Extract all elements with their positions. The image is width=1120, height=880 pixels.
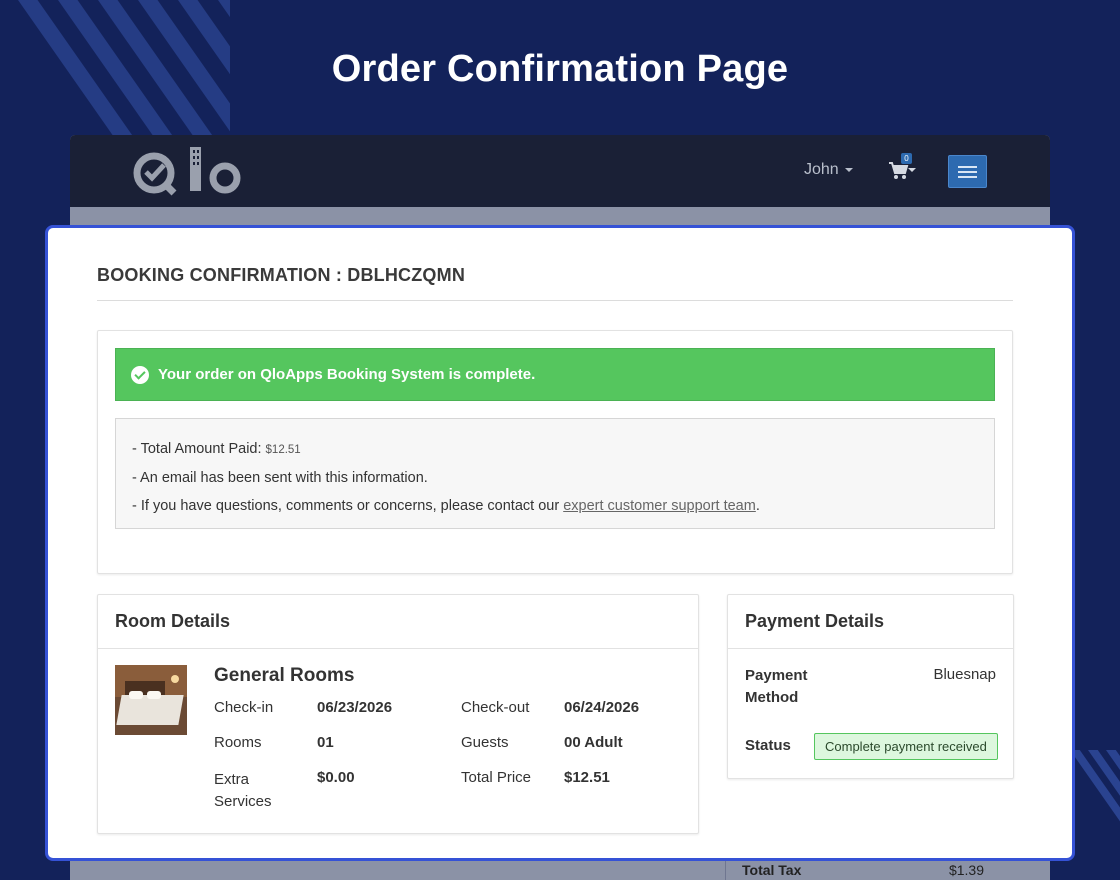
total-price-value: $12.51 (564, 769, 610, 786)
total-amount-value: $12.51 (265, 444, 301, 456)
user-menu[interactable]: John (804, 161, 853, 179)
checkout-value: 06/24/2026 (564, 699, 640, 716)
guests-label: Guests (461, 734, 509, 751)
total-tax-label: Total Tax (742, 862, 802, 878)
cart-icon (889, 162, 909, 179)
extra-services-label: Extra Services (214, 771, 272, 810)
page-title: Order Confirmation Page (331, 48, 789, 90)
guests-value: 00 Adult (564, 734, 623, 751)
cart-count-badge: 0 (901, 153, 912, 164)
success-alert: Your order on QloApps Booking System is … (115, 348, 995, 401)
total-tax-row: Total Tax $1.39 (725, 860, 1050, 880)
room-thumbnail[interactable] (115, 665, 187, 735)
total-price-label: Total Price (461, 769, 532, 786)
navbar: John 0 (70, 135, 1050, 207)
total-amount-line: - Total Amount Paid: $12.51 (132, 441, 301, 457)
user-name: John (804, 161, 839, 178)
hamburger-menu-button[interactable] (948, 155, 987, 188)
status-label: Status (745, 737, 791, 754)
chevron-down-icon (844, 167, 853, 172)
support-line: - If you have questions, comments or con… (132, 498, 760, 514)
extra-services-value: $0.00 (317, 769, 355, 786)
success-message: Your order on QloApps Booking System is … (158, 366, 536, 383)
order-confirmation-card: BOOKING CONFIRMATION : DBLHCZQMN Your or… (45, 225, 1075, 861)
payment-method-value: Bluesnap (933, 666, 996, 683)
booking-confirmation-heading: BOOKING CONFIRMATION : DBLHCZQMN (97, 265, 1013, 301)
checkin-value: 06/23/2026 (317, 699, 393, 716)
rooms-label: Rooms (214, 734, 262, 751)
checkin-label: Check-in (214, 699, 274, 716)
payment-details-title: Payment Details (728, 595, 1013, 649)
order-info-box: - Total Amount Paid: $12.51 - An email h… (115, 418, 995, 529)
payment-method-label: Payment Method (745, 667, 808, 706)
checkout-label: Check-out (461, 699, 530, 716)
payment-details-panel: Payment Details Payment Method Bluesnap … (727, 594, 1014, 779)
order-summary-panel: Your order on QloApps Booking System is … (97, 330, 1013, 574)
qlo-logo[interactable] (132, 143, 247, 199)
email-sent-line: - An email has been sent with this infor… (132, 470, 428, 486)
cart-button[interactable]: 0 (888, 153, 922, 181)
total-tax-value: $1.39 (948, 862, 984, 878)
chevron-down-icon (908, 168, 916, 172)
rooms-value: 01 (317, 734, 334, 751)
check-circle-icon (131, 366, 149, 384)
room-details-panel: Room Details General Rooms Check-in 06/2… (97, 594, 699, 834)
room-name: General Rooms (214, 665, 355, 686)
customer-support-link[interactable]: expert customer support team (563, 498, 756, 514)
room-details-title: Room Details (98, 595, 698, 649)
payment-status-badge: Complete payment received (814, 733, 998, 760)
